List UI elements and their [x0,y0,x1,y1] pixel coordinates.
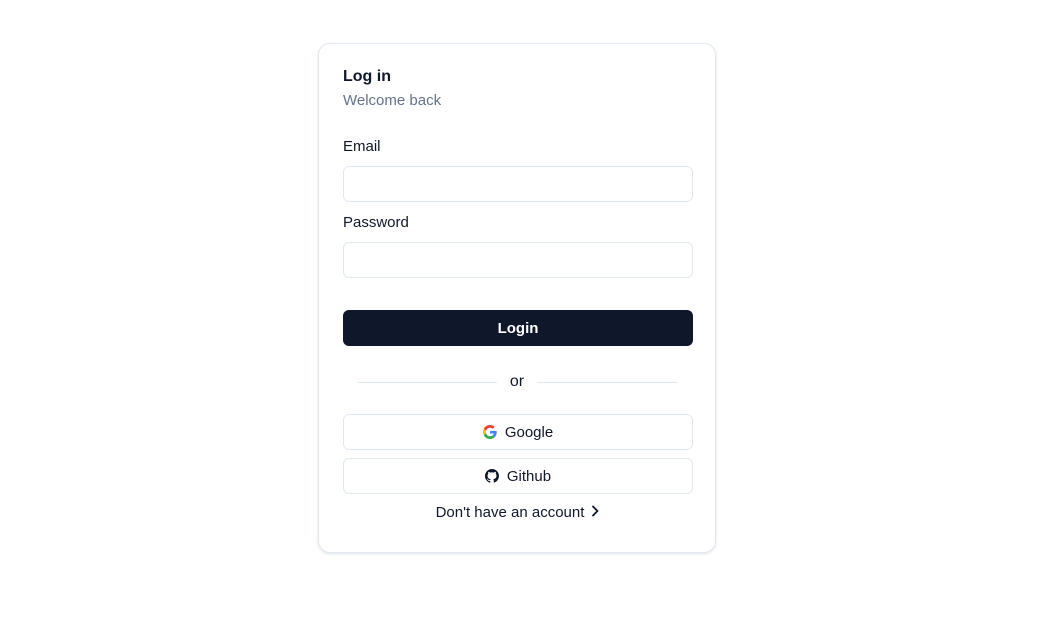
password-label: Password [343,214,409,231]
github-button-label: Github [506,467,552,485]
google-login-button[interactable]: Google [343,414,693,450]
email-field[interactable] [343,166,693,202]
google-icon [482,425,497,439]
divider-line-right [537,382,678,383]
password-field[interactable] [343,242,693,278]
github-icon [484,469,499,483]
card-title: Log in [343,68,391,85]
github-login-button[interactable]: Github [343,458,693,494]
chevron-right-icon [590,504,600,521]
signup-link-label: Don't have an account [435,503,585,521]
login-card: Log in Welcome back Email Password Login… [318,43,716,553]
signup-link[interactable]: Don't have an account [343,502,693,522]
or-divider: or [358,372,678,392]
login-button[interactable]: Login [343,310,693,346]
email-label: Email [343,138,381,155]
google-button-label: Google [504,423,554,441]
divider-text: or [509,373,525,390]
divider-line-left [358,382,497,383]
card-subtitle: Welcome back [343,92,442,109]
